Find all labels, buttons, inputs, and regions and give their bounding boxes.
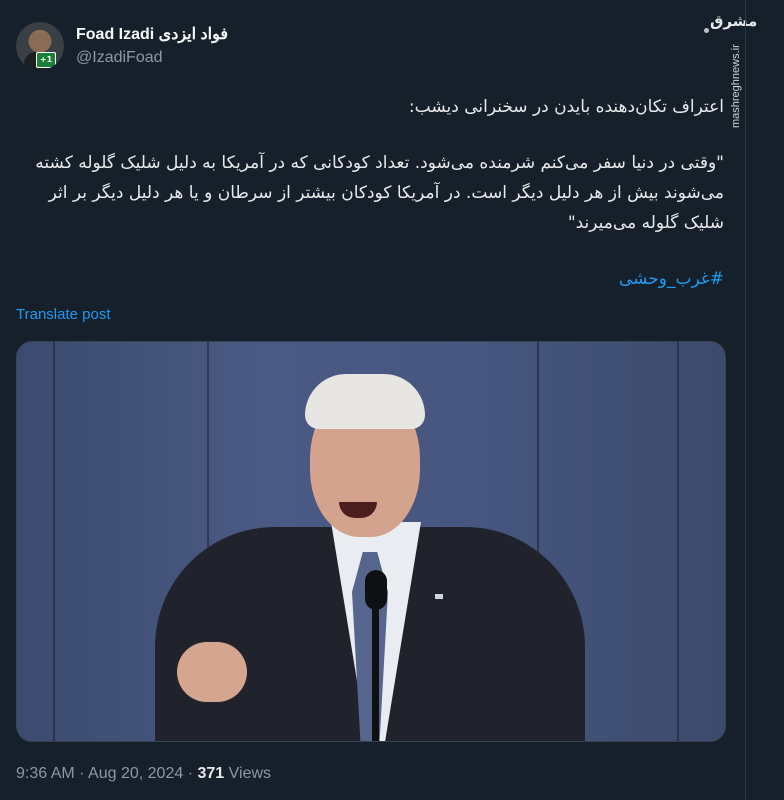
watermark-dot [704, 28, 709, 33]
tweet-intro: اعتراف تکان‌دهنده بایدن در سخنرانی دیشب: [408, 97, 724, 117]
avatar-badge: +1 [36, 52, 56, 68]
watermark-url: mashreghnews.ir [730, 44, 742, 128]
tweet-text: اعتراف تکان‌دهنده بایدن در سخنرانی دیشب:… [24, 92, 724, 294]
views-label: Views [228, 765, 272, 782]
tweet-date[interactable]: Aug 20, 2024 [88, 765, 183, 782]
avatar[interactable]: +1 [16, 22, 64, 70]
meta-separator-2: · [187, 765, 194, 782]
meta-separator: · [79, 765, 85, 782]
author-name[interactable]: Foad Izadi فواد ایزدی [76, 24, 228, 44]
lapel-pin [435, 594, 443, 599]
views-count: 371 [197, 765, 225, 782]
speaker-hair [305, 374, 425, 429]
watermark-logo: مشرق [710, 12, 758, 30]
tweet-time[interactable]: 9:36 AM [16, 765, 75, 782]
hashtag-link[interactable]: #غرب_وحشی [619, 269, 724, 289]
author-handle[interactable]: @IzadiFoad [76, 49, 163, 67]
translate-post-link[interactable]: Translate post [16, 306, 111, 323]
microphone-icon [365, 570, 387, 610]
tweet-media-image[interactable] [16, 341, 726, 742]
tweet-quote: "وقتی در دنیا سفر می‌کنم شرمنده می‌شود. … [35, 153, 724, 233]
speaker-hand [177, 642, 247, 702]
microphone-stand [372, 607, 379, 741]
tweet-meta: 9:36 AM · Aug 20, 2024 · 371 Views [16, 765, 271, 783]
watermark-divider [745, 0, 746, 800]
